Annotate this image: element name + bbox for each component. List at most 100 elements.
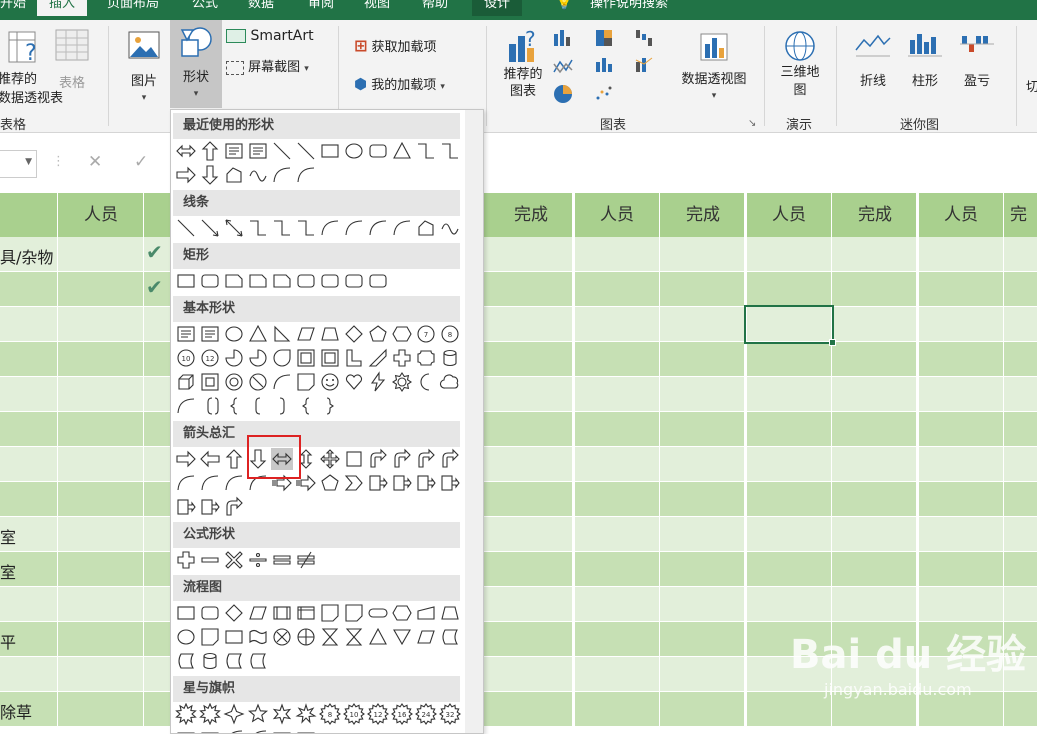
teardrop-icon[interactable] [271,347,293,369]
collate-icon[interactable] [319,626,341,648]
curve-icon[interactable] [391,217,413,239]
row-label-cell[interactable]: 室 [0,559,16,583]
smiley-face-icon[interactable] [319,371,341,393]
text-box-icon[interactable] [223,140,245,162]
table-row[interactable] [0,482,1037,517]
hierarchy-chart-icon[interactable] [596,30,612,46]
slicer-button-partial[interactable]: 切 [1026,76,1037,95]
u-turn-arrow-icon[interactable] [391,448,413,470]
left-right-arrow-icon[interactable] [175,140,197,162]
right-triangle-icon[interactable] [271,323,293,345]
left-up-arrow-icon[interactable] [415,448,437,470]
smartart-button[interactable]: SmartArt [226,28,314,44]
diagonal-stripe-icon[interactable] [367,347,389,369]
confirm-icon[interactable]: ✓ [134,152,148,172]
parallelogram-icon[interactable] [295,323,317,345]
equal-icon[interactable] [271,549,293,571]
data-icon[interactable] [247,602,269,624]
cloud-icon[interactable] [439,371,461,393]
right-brace-icon[interactable] [319,395,341,417]
waterfall-chart-icon[interactable] [636,30,652,46]
column-chart-icon[interactable] [554,30,570,46]
plus-icon[interactable] [175,549,197,571]
scribble-icon[interactable] [247,164,269,186]
header-cell[interactable]: 人员 [746,193,832,237]
donut-icon[interactable] [223,371,245,393]
tab-home[interactable]: 开始 [0,0,26,16]
internal-storage-icon[interactable] [295,602,317,624]
terminator-icon[interactable] [367,602,389,624]
tab-view[interactable]: 视图 [364,0,390,16]
off-page-connector-icon[interactable] [199,626,221,648]
dropdown-scrollbar[interactable] [465,110,483,733]
hexagon-icon[interactable] [391,323,413,345]
header-cell[interactable]: 完 [1010,193,1037,237]
my-addins-button[interactable]: ⬢ 我的加载项 ▾ [354,74,445,93]
magnetic-disk-icon[interactable] [199,650,221,672]
freeform-icon[interactable] [223,164,245,186]
up-arrow-icon[interactable] [199,140,221,162]
tab-page-layout[interactable]: 页面布局 [107,0,159,16]
arc-icon[interactable] [271,164,293,186]
oval-icon[interactable] [223,323,245,345]
dodecagon-icon[interactable]: 12 [199,347,221,369]
predefined-process-icon[interactable] [271,602,293,624]
star-8-icon[interactable]: 8 [319,703,341,725]
recommended-pivot-button[interactable]: ? 推荐的 数据透视表 [0,28,63,106]
card-icon[interactable] [223,626,245,648]
snip-two-corner-rect-icon[interactable] [247,270,269,292]
table-button[interactable]: 表格 [52,28,92,91]
row-label-cell[interactable]: 除草 [0,699,32,723]
pie-chart-icon[interactable] [554,85,572,103]
down-arrow-icon[interactable] [199,164,221,186]
trapezoid-icon[interactable] [319,323,341,345]
notched-right-arrow-icon[interactable] [295,472,317,494]
header-cell[interactable]: 人员 [58,193,144,237]
pentagon-arrow-icon[interactable] [319,472,341,494]
no-symbol-icon[interactable] [247,371,269,393]
text-box-icon[interactable] [175,323,197,345]
process-icon[interactable] [175,602,197,624]
stored-data-icon[interactable] [415,626,437,648]
header-cell[interactable]: 完成 [660,193,746,237]
freeform-icon[interactable] [415,217,437,239]
tab-insert[interactable]: 插入 [37,0,88,16]
tab-help[interactable]: 帮助 [422,0,448,16]
elbow-connector-icon[interactable] [247,217,269,239]
manual-operation-icon[interactable] [439,602,461,624]
left-arrow-callout-icon[interactable] [415,472,437,494]
table-row[interactable]: 室 [0,517,1037,552]
explosion-2-icon[interactable] [199,703,221,725]
right-arrow-icon[interactable] [175,164,197,186]
circular-arrow-icon[interactable] [223,496,245,518]
rounded-rectangle-icon[interactable] [367,140,389,162]
curve-icon[interactable] [295,164,317,186]
lightning-bolt-icon[interactable] [367,371,389,393]
cube-icon[interactable] [175,371,197,393]
minus-icon[interactable] [199,549,221,571]
chord-icon[interactable] [247,347,269,369]
tab-data[interactable]: 数据 [248,0,274,16]
line-chart-icon[interactable] [553,59,573,74]
alternate-process-icon[interactable] [199,602,221,624]
down-arrow-callout-icon[interactable] [391,472,413,494]
manual-input-icon[interactable] [415,602,437,624]
plaque-icon[interactable] [415,347,437,369]
round-diagonal-rect-icon[interactable] [367,270,389,292]
rectangle-icon[interactable] [319,140,341,162]
document-icon[interactable] [319,602,341,624]
pivot-chart-button[interactable]: 数据透视图 ▾ [676,28,752,102]
punched-tape-icon[interactable] [247,626,269,648]
right-arrow-icon[interactable] [175,448,197,470]
picture-button[interactable]: 图片 ▾ [122,28,166,104]
combo-chart-icon[interactable] [635,57,653,72]
row-label-cell[interactable]: 室 [0,524,16,548]
double-bracket-icon[interactable] [199,395,221,417]
tell-me-search[interactable]: 操作说明搜索 [590,0,668,16]
round-corner-rect-icon[interactable] [319,270,341,292]
quad-arrow-icon[interactable] [319,448,341,470]
star-5-icon[interactable] [247,703,269,725]
snip-diagonal-rect-icon[interactable] [271,270,293,292]
curved-double-arrow-icon[interactable] [367,217,389,239]
elbow-double-arrow-icon[interactable] [295,217,317,239]
